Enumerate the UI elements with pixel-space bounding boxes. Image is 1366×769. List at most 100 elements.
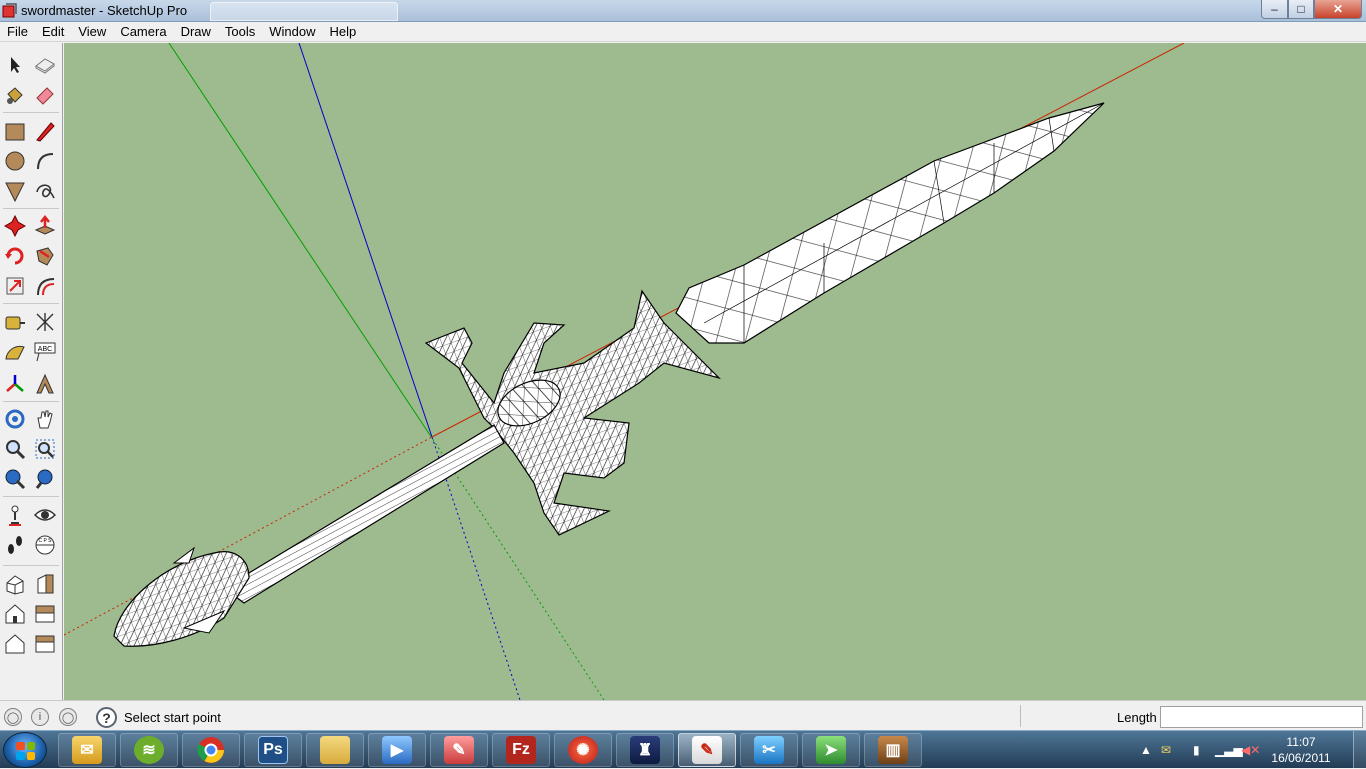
- zoom-extents-tool[interactable]: [2, 466, 28, 492]
- credits-icon[interactable]: i: [31, 708, 49, 726]
- iso-view[interactable]: [2, 571, 28, 597]
- taskbar-green-tool[interactable]: ➤: [802, 733, 860, 767]
- sketchup-icon: ✎: [692, 736, 722, 764]
- position-camera-tool[interactable]: [2, 502, 28, 528]
- tape-measure-tool[interactable]: [2, 309, 28, 335]
- footprints-icon: [8, 536, 22, 554]
- front-view-icon: [5, 604, 25, 624]
- system-clock[interactable]: 11:07 16/06/2011: [1265, 734, 1337, 766]
- protractor-tool[interactable]: [2, 339, 28, 365]
- menu-tools[interactable]: Tools: [218, 22, 262, 41]
- minimize-button[interactable]: –: [1261, 0, 1288, 19]
- section-plane-tool[interactable]: C P S: [32, 532, 58, 558]
- taskbar-library[interactable]: ▥: [864, 733, 922, 767]
- menu-window[interactable]: Window: [262, 22, 322, 41]
- close-button[interactable]: ✕: [1314, 0, 1362, 19]
- help-icon[interactable]: ?: [96, 707, 117, 728]
- menu-camera[interactable]: Camera: [113, 22, 173, 41]
- window-titlebar[interactable]: swordmaster - SketchUp Pro – □ ✕: [0, 0, 1366, 22]
- scale-tool[interactable]: [2, 273, 28, 299]
- taskbar-photoshop[interactable]: Ps: [244, 733, 302, 767]
- previous-view-tool[interactable]: [32, 466, 58, 492]
- circle-tool[interactable]: [2, 148, 28, 174]
- orbit-tool[interactable]: [2, 406, 28, 432]
- measurements-label: Length: [1117, 710, 1157, 725]
- menu-view[interactable]: View: [71, 22, 113, 41]
- top-view[interactable]: [32, 601, 58, 627]
- network-signal-icon[interactable]: ▁▃▅: [1215, 743, 1243, 757]
- push-pull-tool[interactable]: [32, 213, 58, 239]
- text-tool[interactable]: ABC: [32, 339, 58, 365]
- dimension-tool[interactable]: [32, 309, 58, 335]
- sword-crossguard-mesh: [426, 291, 719, 535]
- menu-help[interactable]: Help: [323, 22, 364, 41]
- measurements-input[interactable]: [1160, 706, 1363, 728]
- sword-model[interactable]: [113, 102, 1105, 647]
- left-view[interactable]: [32, 631, 58, 657]
- maximize-button[interactable]: □: [1288, 0, 1314, 19]
- walk-tool[interactable]: [2, 532, 28, 558]
- taskbar-explorer[interactable]: [306, 733, 364, 767]
- arc-icon: [37, 153, 54, 170]
- media-player-icon: ▶: [382, 736, 412, 764]
- drawing-viewport[interactable]: [64, 43, 1366, 700]
- start-button[interactable]: [3, 732, 47, 768]
- orbit-icon: [5, 409, 25, 429]
- rectangle-tool[interactable]: [2, 118, 28, 144]
- zoom-extents-icon: [5, 469, 26, 490]
- taskbar-filezilla[interactable]: Fz: [492, 733, 550, 767]
- pan-tool[interactable]: [32, 406, 58, 432]
- menu-draw[interactable]: Draw: [174, 22, 218, 41]
- eraser-tool[interactable]: [32, 82, 58, 108]
- taskbar-red-app[interactable]: ✺: [554, 733, 612, 767]
- rotate-tool[interactable]: [2, 243, 28, 269]
- taskbar-blue-tool[interactable]: ✂: [740, 733, 798, 767]
- follow-me-tool[interactable]: [32, 243, 58, 269]
- taskbar-outlook[interactable]: ✉: [58, 733, 116, 767]
- make-component-tool[interactable]: [32, 52, 58, 78]
- offset-tool[interactable]: [32, 273, 58, 299]
- select-tool[interactable]: [2, 52, 28, 78]
- show-hidden-icons-icon[interactable]: ▲: [1140, 743, 1152, 757]
- taskbar-notepad-plus[interactable]: ✎: [430, 733, 488, 767]
- show-desktop-button[interactable]: [1353, 731, 1366, 769]
- user-icon[interactable]: ◯: [59, 708, 77, 726]
- menu-file[interactable]: File: [0, 22, 35, 41]
- offset-icon: [37, 278, 55, 296]
- taskbar-game[interactable]: ♜: [616, 733, 674, 767]
- taskbar-media-player[interactable]: ▶: [368, 733, 426, 767]
- sword-blade-mesh: [676, 103, 1104, 343]
- rectangle-icon: [5, 123, 25, 141]
- taskbar-spotify[interactable]: ≋: [120, 733, 178, 767]
- look-around-tool[interactable]: [32, 502, 58, 528]
- mail-notification-icon[interactable]: ✉: [1161, 743, 1171, 757]
- paint-bucket-tool[interactable]: [2, 82, 28, 108]
- right-view[interactable]: [32, 571, 58, 597]
- large-tool-set-toolbar: ABC C P S: [0, 43, 63, 700]
- 3d-text-tool[interactable]: [32, 371, 58, 397]
- battery-icon[interactable]: ▮: [1193, 743, 1200, 757]
- move-tool[interactable]: [2, 213, 28, 239]
- model-canvas[interactable]: [64, 43, 1366, 700]
- windows-taskbar: ✉ ≋ Ps ▶ ✎ Fz ✺ ♜ ✎ ✂ ➤ ▥ ▲ ✉ ▮ ▁▃▅ ◀✕ 1…: [0, 730, 1366, 769]
- zoom-tool[interactable]: [2, 436, 28, 462]
- freehand-tool[interactable]: [32, 178, 58, 204]
- polygon-tool[interactable]: [2, 178, 28, 204]
- front-view[interactable]: [2, 601, 28, 627]
- geolocation-icon[interactable]: ◯: [4, 708, 22, 726]
- menu-edit[interactable]: Edit: [35, 22, 71, 41]
- line-tool[interactable]: [32, 118, 58, 144]
- axes-tool[interactable]: [2, 371, 28, 397]
- sword-grip-lines: [224, 425, 504, 603]
- toolbar-separator: [3, 208, 59, 209]
- back-view[interactable]: [2, 631, 28, 657]
- toolbar-separator: [3, 401, 59, 402]
- iso-house-icon: [6, 575, 24, 595]
- taskbar-chrome[interactable]: [182, 733, 240, 767]
- zoom-window-tool[interactable]: [32, 436, 58, 462]
- arc-tool[interactable]: [32, 148, 58, 174]
- volume-muted-icon[interactable]: ◀✕: [1241, 743, 1260, 757]
- taskbar-sketchup[interactable]: ✎: [678, 733, 736, 767]
- move-icon: [4, 215, 26, 237]
- paint-bucket-icon: [7, 87, 23, 104]
